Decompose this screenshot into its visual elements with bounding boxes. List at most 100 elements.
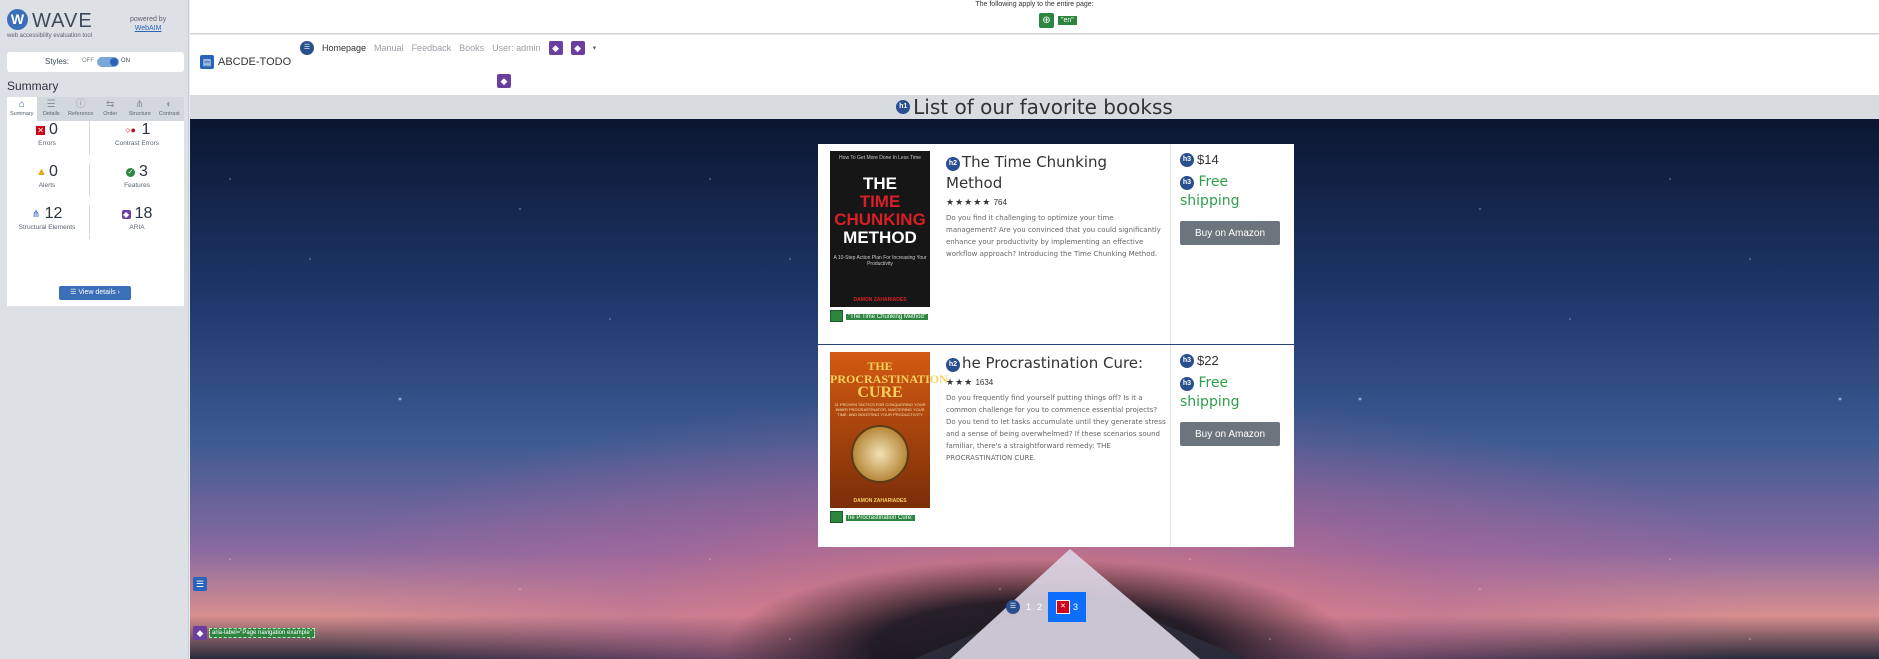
cover-subtitle: 21 PROVEN TACTICS FOR CONQUERING YOUR IN… bbox=[834, 402, 926, 417]
stat-features[interactable]: ✓ 3 Features bbox=[97, 163, 177, 189]
chevron-down-icon[interactable]: ▾ bbox=[593, 44, 597, 52]
book-description: Do you frequently find yourself putting … bbox=[946, 394, 1166, 462]
aria-icon: ◆ bbox=[497, 74, 511, 88]
styles-label: Styles: bbox=[45, 57, 70, 66]
card-divider bbox=[1170, 345, 1171, 547]
stat-contrast-errors[interactable]: ○● 1 Contrast Errors bbox=[97, 121, 177, 147]
cover-line: TIME bbox=[859, 192, 901, 211]
buy-on-amazon-button[interactable]: Buy on Amazon bbox=[1180, 422, 1280, 446]
stat-divider bbox=[89, 163, 90, 197]
price-column: h3 $14 h3 Free shipping Buy on Amazon bbox=[1180, 152, 1290, 245]
book-price: h3 $22 bbox=[1180, 353, 1290, 368]
tab-contrast[interactable]: ◐ Contrast bbox=[155, 97, 185, 121]
cover-line: METHOD bbox=[843, 228, 917, 247]
book-price: h3 $14 bbox=[1180, 152, 1290, 167]
wave-title: WAVE bbox=[32, 10, 93, 32]
page-link-3[interactable]: ✕ 3 bbox=[1048, 592, 1087, 622]
free-shipping: h3 Free shipping bbox=[1180, 374, 1290, 412]
nav-user[interactable]: User: admin bbox=[492, 43, 541, 53]
error-icon: ✕ bbox=[1056, 600, 1071, 614]
view-details-label: View details › bbox=[78, 289, 120, 296]
feature-icon: ✓ bbox=[126, 167, 136, 177]
page-link-1[interactable]: 1 bbox=[1026, 602, 1031, 612]
list-structure-icon: ☰ bbox=[1006, 600, 1020, 614]
styles-on-label: ON bbox=[121, 58, 130, 64]
stat-aria[interactable]: ◆ 18 ARIA bbox=[97, 205, 177, 231]
heading-h3-icon: h3 bbox=[1180, 152, 1194, 167]
contrast-errors-label: Contrast Errors bbox=[114, 140, 160, 147]
page-title-text: List of our favorite bookss bbox=[913, 95, 1173, 119]
errors-label: Errors bbox=[38, 140, 56, 147]
review-count: 1634 bbox=[975, 378, 994, 387]
current-page-number: 3 bbox=[1073, 602, 1079, 612]
tab-contrast-label: Contrast bbox=[158, 111, 180, 117]
view-details-button[interactable]: ☰ View details › bbox=[59, 286, 131, 300]
book-cover-image[interactable]: THE PROCRASTINATION CURE 21 PROVEN TACTI… bbox=[830, 352, 948, 508]
globe-icon[interactable]: ⊕ bbox=[1039, 13, 1054, 28]
tab-summary-label: Summary bbox=[9, 111, 34, 117]
cover-line: THE bbox=[863, 174, 897, 193]
page-link-2[interactable]: 2 bbox=[1037, 602, 1042, 612]
aria-count: 18 bbox=[134, 205, 153, 222]
price-text: $14 bbox=[1197, 152, 1219, 167]
lang-note: The following apply to the entire page: bbox=[975, 1, 1094, 8]
site-navbar: ▤ ABCDE-TODO ☰ Homepage Manual Feedback … bbox=[190, 35, 1879, 95]
lang-indicator: ⊕ "en" bbox=[1039, 13, 1077, 28]
cover-tagline: How To Get More Done In Less Time bbox=[839, 155, 921, 161]
wave-logo-icon: W bbox=[7, 9, 28, 30]
heading-h2-icon: h2 bbox=[946, 157, 960, 171]
book-cover-image[interactable]: How To Get More Done In Less Time THE TI… bbox=[830, 151, 930, 307]
nav-homepage[interactable]: Homepage bbox=[322, 43, 366, 53]
star-icons: ★★★★★ bbox=[946, 197, 992, 207]
list-icon: ☰ bbox=[46, 99, 56, 110]
nav-books[interactable]: Books bbox=[459, 43, 484, 53]
book-title: h2 The Time Chunking Method bbox=[946, 152, 1166, 194]
book-card: How To Get More Done In Less Time THE TI… bbox=[818, 144, 1294, 344]
book-title: h2 he Procrastination Cure: bbox=[946, 353, 1166, 374]
buy-on-amazon-button[interactable]: Buy on Amazon bbox=[1180, 221, 1280, 245]
structural-count: 12 bbox=[44, 205, 63, 222]
nav-feedback[interactable]: Feedback bbox=[412, 43, 452, 53]
price-column: h3 $22 h3 Free shipping Buy on Amazon bbox=[1180, 353, 1290, 446]
stat-alerts[interactable]: ▲ 0 Alerts bbox=[7, 163, 87, 189]
nav-manual[interactable]: Manual bbox=[374, 43, 404, 53]
tab-reference[interactable]: ⓘ Reference bbox=[66, 97, 96, 121]
styles-toggle[interactable] bbox=[97, 57, 119, 67]
stat-errors[interactable]: ✕ 0 Errors bbox=[7, 121, 87, 147]
book-card: THE PROCRASTINATION CURE 21 PROVEN TACTI… bbox=[818, 345, 1294, 547]
book-title-text: he Procrastination Cure: bbox=[962, 354, 1144, 372]
cover-author: DAMON ZAHARIADES bbox=[853, 498, 907, 504]
webaim-link[interactable]: WebAIM bbox=[130, 24, 166, 33]
list-structure-icon: ☰ bbox=[300, 41, 314, 55]
contrast-icon: ◐ bbox=[166, 99, 173, 110]
price-text: $22 bbox=[1197, 353, 1219, 368]
evaluated-page: The following apply to the entire page: … bbox=[190, 0, 1879, 659]
home-icon: ⌂ bbox=[18, 99, 25, 110]
stat-divider bbox=[89, 205, 90, 239]
tab-order[interactable]: ⇆ Order bbox=[96, 97, 126, 121]
tab-details[interactable]: ☰ Details bbox=[37, 97, 67, 121]
book-rating: ★★★★★ 764 bbox=[946, 197, 1166, 208]
heading-h3-icon: h3 bbox=[1180, 353, 1194, 368]
alt-text-tag: "The Time Chunking Method" bbox=[830, 310, 930, 324]
book-info: h2 he Procrastination Cure: ★★★ 1634 Do y… bbox=[946, 353, 1166, 464]
stat-divider bbox=[89, 121, 90, 155]
alt-text: "The Time Chunking Method" bbox=[846, 313, 928, 320]
image-alt-icon bbox=[830, 511, 843, 523]
stat-structural[interactable]: ⋔ 12 Structural Elements bbox=[7, 205, 87, 231]
aria-icon: ◆ bbox=[570, 41, 585, 55]
wave-sidebar: W WAVE web accessibility evaluation tool… bbox=[0, 0, 189, 659]
cover-line: CHUNKING bbox=[834, 210, 926, 229]
aria-icon: ◆ bbox=[121, 209, 131, 219]
tab-structure[interactable]: ⋔ Structure bbox=[125, 97, 155, 121]
aria-icon: ◆ bbox=[548, 41, 563, 55]
nav-links: ☰ Homepage Manual Feedback Books User: a… bbox=[300, 41, 596, 55]
tab-structure-label: Structure bbox=[128, 111, 151, 117]
contrast-error-icon: ○● bbox=[125, 124, 136, 135]
tab-summary[interactable]: ⌂ Summary bbox=[7, 97, 37, 121]
wave-tabs: ⌂ Summary ☰ Details ⓘ Reference ⇆ Order ⋔ Str… bbox=[7, 97, 184, 121]
wave-powered-by: powered by WebAIM bbox=[130, 15, 166, 33]
page-language-bar: The following apply to the entire page: … bbox=[190, 0, 1879, 34]
cover-subtitle: A 10-Step Action Plan For Increasing You… bbox=[833, 255, 927, 267]
brand[interactable]: ▤ ABCDE-TODO bbox=[200, 55, 291, 69]
